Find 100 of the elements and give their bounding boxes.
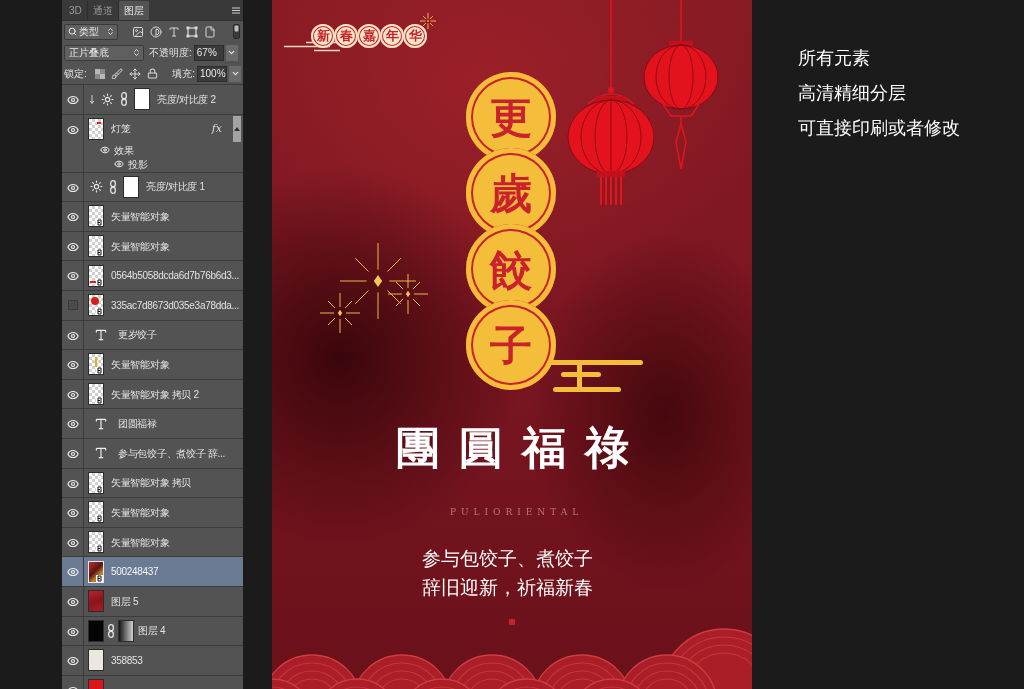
layer-row[interactable]: 矢量智能对象 — [62, 231, 243, 262]
layer-row[interactable]: 团圆福禄 — [62, 409, 243, 439]
type-filter-icon[interactable] — [168, 25, 180, 38]
layer-name: 0564b5058dcda6d7b76b6d3... — [111, 269, 239, 284]
toggle-switch-icon[interactable] — [233, 24, 240, 39]
mask-thumbnail-icon — [118, 619, 134, 642]
eye-icon[interactable] — [66, 240, 79, 253]
fill-dropdown-button[interactable] — [229, 65, 241, 82]
layer-row[interactable]: 矢量智能对象 — [62, 498, 243, 528]
expand-caret-icon[interactable] — [233, 115, 241, 142]
layer-row[interactable]: 亮度/对比度 2 — [62, 85, 243, 115]
layer-row[interactable]: 矢量智能对象 拷贝 2 — [62, 379, 243, 410]
panel-menu-icon[interactable] — [232, 6, 240, 14]
layer-row[interactable]: 500248437 — [62, 557, 243, 587]
caret-icon — [230, 69, 240, 78]
layer-name: 335ac7d8673d035e3a78dda... — [111, 298, 239, 313]
layer-row[interactable]: 0564b5058dcda6d7b76b6d3... — [62, 261, 243, 291]
eye-icon[interactable] — [66, 211, 79, 224]
seal-square-icon — [509, 619, 515, 625]
layer-name: 500248437 — [111, 565, 159, 580]
headline: 團圓福祿 — [396, 422, 648, 474]
text-layer-icon — [94, 446, 108, 461]
eye-icon[interactable] — [66, 625, 79, 638]
effect-name: 投影 — [128, 157, 148, 172]
panel-tab[interactable]: 图层 — [118, 1, 149, 20]
layer-name: 矢量智能对象 — [111, 505, 170, 520]
shape-filter-icon[interactable] — [186, 25, 198, 38]
text-layer-icon — [94, 327, 108, 342]
layer-name: 亮度/对比度 2 — [157, 92, 216, 107]
chain-link-icon[interactable] — [121, 92, 127, 107]
layer-name: 团圆福禄 — [118, 417, 157, 432]
fill-label: 填充: — [172, 67, 195, 81]
eye-icon[interactable] — [66, 359, 79, 372]
layer-name: 图层 4 — [138, 624, 166, 639]
chain-link-icon[interactable] — [110, 179, 116, 194]
image-filter-icon[interactable] — [132, 25, 144, 38]
stepper-arrows-icon — [106, 27, 115, 36]
cloud-ornament-icon — [547, 359, 643, 393]
move-icon[interactable] — [128, 67, 141, 80]
effect-name: 效果 — [114, 143, 134, 158]
eye-icon[interactable] — [66, 536, 79, 549]
eye-icon[interactable] — [114, 159, 124, 170]
layer-row[interactable]: 参与包饺子、煮饺子 辞... — [62, 438, 243, 469]
badge-seal: 春 — [334, 24, 358, 48]
layer-row[interactable]: 亮度/对比度 1 — [62, 172, 243, 203]
eye-icon[interactable] — [66, 418, 79, 431]
layer-thumbnail-icon — [88, 619, 104, 642]
layer-thumbnail-icon — [88, 264, 104, 287]
layer-row[interactable]: 335ac7d8673d035e3a78dda... — [62, 290, 243, 321]
layer-row[interactable]: 灯笼 fx 效果 投影 — [62, 114, 243, 173]
text-layer-icon — [94, 416, 108, 431]
slogan-line: 辞旧迎新，祈福新春 — [422, 576, 593, 600]
eye-icon[interactable] — [66, 388, 79, 401]
opacity-field[interactable]: 67% — [193, 44, 224, 61]
layer-thumbnail-icon — [88, 235, 104, 258]
layer-thumbnail-icon — [88, 294, 104, 317]
eye-icon[interactable] — [66, 123, 79, 136]
layer-row[interactable]: 更岁饺子 — [62, 320, 243, 351]
layer-row[interactable]: 矢量智能对象 — [62, 202, 243, 232]
brightness-icon — [101, 92, 114, 106]
eye-icon[interactable] — [66, 94, 79, 106]
smart-object-filter-icon[interactable] — [204, 25, 216, 38]
eye-icon[interactable] — [66, 329, 79, 342]
layer-row[interactable]: 矢量智能对象 拷贝 — [62, 468, 243, 499]
lock-transparency-icon[interactable] — [94, 68, 105, 79]
eye-icon[interactable] — [66, 566, 79, 579]
layer-name: 矢量智能对象 — [111, 357, 170, 372]
eye-icon[interactable] — [66, 447, 79, 460]
eye-icon[interactable] — [66, 655, 79, 668]
layer-name: 灯笼 — [111, 122, 131, 137]
filter-dropdown[interactable]: 类型 — [64, 23, 118, 40]
effects-label[interactable]: fx — [211, 120, 222, 138]
layer-thumbnail-icon — [88, 471, 104, 494]
eye-icon[interactable] — [100, 145, 110, 156]
layer-row[interactable]: 358853 — [62, 646, 243, 676]
layer-row[interactable]: 矢量智能对象 — [62, 527, 243, 558]
layer-name: 亮度/对比度 1 — [146, 180, 205, 195]
opacity-label: 不透明度: — [149, 46, 192, 60]
lock-icon[interactable] — [146, 68, 158, 79]
search-icon — [68, 27, 77, 36]
blend-mode-dropdown[interactable]: 正片叠底 — [64, 44, 144, 61]
chain-link-icon[interactable] — [108, 623, 114, 638]
lock-label: 锁定: — [64, 67, 87, 81]
layer-name: 更岁饺子 — [118, 328, 157, 343]
eye-icon[interactable] — [66, 595, 79, 608]
adjustment-filter-icon[interactable] — [150, 25, 162, 38]
eye-icon[interactable] — [66, 270, 79, 283]
layer-thumbnail-icon — [88, 590, 104, 613]
eye-icon[interactable] — [66, 181, 79, 194]
brush-icon[interactable] — [110, 67, 123, 80]
eye-icon[interactable] — [66, 477, 79, 490]
layer-thumbnail-icon — [88, 560, 104, 583]
eye-icon[interactable] — [66, 507, 79, 520]
opacity-dropdown-button[interactable] — [225, 44, 238, 61]
layer-row[interactable]: 图层 5 — [62, 586, 243, 617]
layer-row[interactable]: 矢量智能对象 — [62, 350, 243, 380]
fill-field[interactable]: 100% — [197, 65, 227, 82]
layer-name: 图层 5 — [111, 594, 139, 609]
layer-row[interactable]: 图层 4 — [62, 616, 243, 647]
layer-name: 矢量智能对象 — [111, 210, 170, 224]
